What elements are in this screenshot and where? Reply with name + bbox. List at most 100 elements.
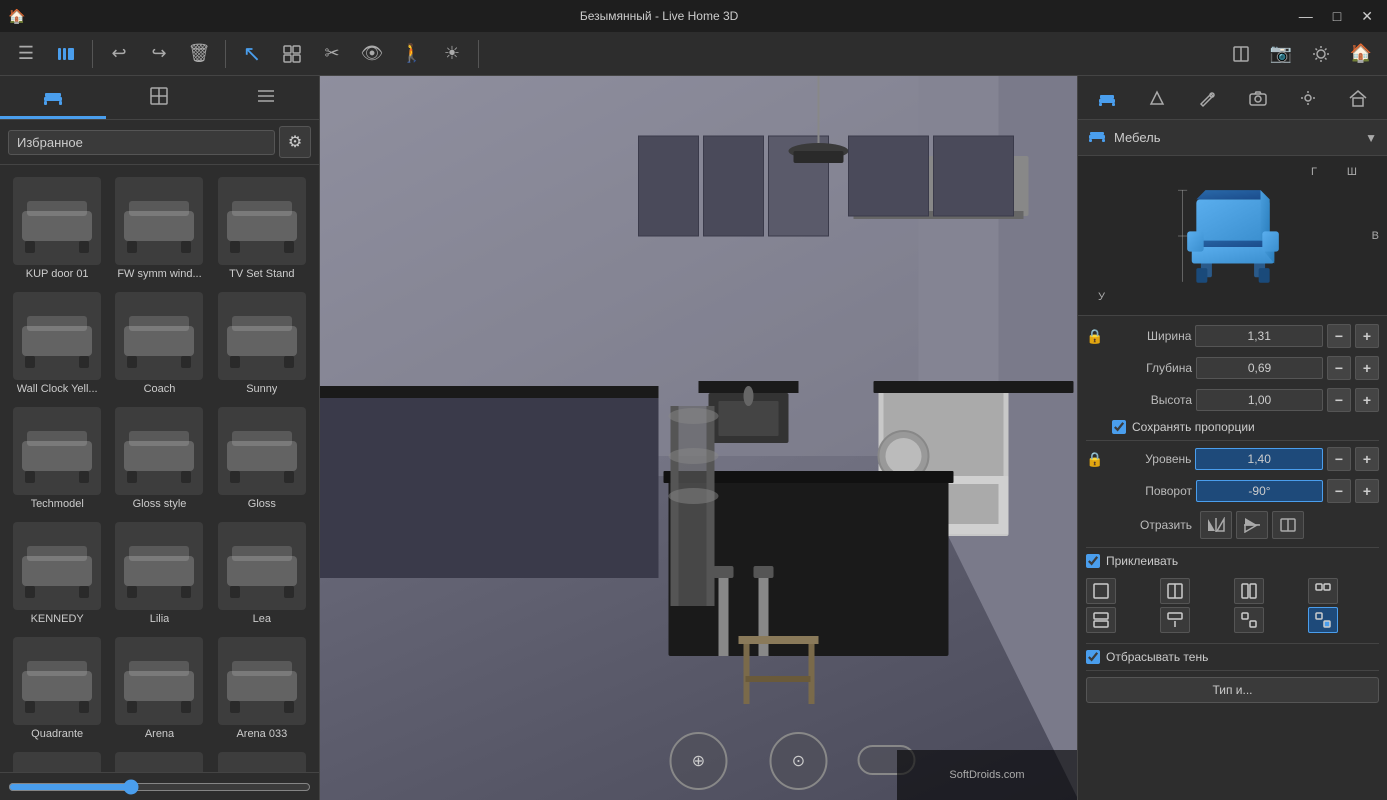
library-settings-button[interactable]: ⚙	[279, 126, 311, 158]
library-item-dinner-chair[interactable]: Dinner chair	[8, 748, 106, 772]
library-item-kennedy[interactable]: KENNEDY	[8, 518, 106, 629]
library-item-arena[interactable]: Arena	[110, 633, 208, 744]
window-title: Безымянный - Live Home 3D	[580, 9, 738, 23]
furniture-section-icon	[1088, 126, 1106, 149]
size-range-input[interactable]	[8, 779, 311, 795]
furniture-section-header[interactable]: Мебель ▼	[1078, 120, 1387, 156]
width-increase-button[interactable]: +	[1355, 324, 1379, 348]
maximize-button[interactable]: □	[1327, 6, 1347, 27]
app-icon: 🏠	[8, 8, 25, 25]
width-value[interactable]: 1,31	[1195, 325, 1323, 347]
shadow-checkbox[interactable]	[1086, 650, 1100, 664]
library-item-sunny[interactable]: Sunny	[213, 288, 311, 399]
lock-icon: 🔒	[1086, 328, 1103, 345]
rotation-value[interactable]: -90°	[1196, 480, 1323, 502]
depth-increase-button[interactable]: +	[1355, 356, 1379, 380]
library-item-wall-clock[interactable]: Wall Clock Yell...	[8, 288, 106, 399]
library-item-quadrante[interactable]: Quadrante	[8, 633, 106, 744]
snap-btn-1[interactable]	[1086, 578, 1116, 604]
delete-button[interactable]: 🗑	[181, 36, 217, 72]
height-value[interactable]: 1,00	[1196, 389, 1323, 411]
svg-text:⊙: ⊙	[792, 753, 805, 770]
right-tab-furniture[interactable]	[1089, 80, 1125, 116]
type-button[interactable]: Тип и...	[1086, 677, 1379, 703]
height-increase-button[interactable]: +	[1355, 388, 1379, 412]
width-property-row: 🔒 Ширина 1,31 − +	[1086, 324, 1379, 348]
library-item-gloss-style[interactable]: Gloss style	[110, 403, 208, 514]
library-item-puni[interactable]: Puni 04	[110, 748, 208, 772]
select-button[interactable]: ↖	[234, 36, 270, 72]
category-dropdown[interactable]: Избранное Все Мебель	[8, 130, 275, 155]
proportions-checkbox[interactable]	[1112, 420, 1126, 434]
right-panel-tabs	[1078, 76, 1387, 120]
thumbnail-wall-clock	[13, 292, 101, 380]
item-label-techmodel: Techmodel	[31, 498, 84, 510]
right-tab-paint[interactable]	[1189, 80, 1225, 116]
roof-toolbar-button[interactable]: 🏠	[1343, 36, 1379, 72]
redo-button[interactable]: ↪	[141, 36, 177, 72]
cut-button[interactable]: ✂	[314, 36, 350, 72]
arrange-button[interactable]	[274, 36, 310, 72]
menu-button[interactable]: ☰	[8, 36, 44, 72]
snap-btn-5[interactable]	[1086, 607, 1116, 633]
right-tab-light[interactable]	[1290, 80, 1326, 116]
snap-btn-2[interactable]	[1160, 578, 1190, 604]
snap-btn-7[interactable]	[1234, 607, 1264, 633]
level-decrease-button[interactable]: −	[1327, 447, 1351, 471]
furniture-section-label: Мебель	[1114, 130, 1357, 145]
right-tab-camera[interactable]	[1240, 80, 1276, 116]
3d-viewport[interactable]: ⊕ ⊙ SoftDroids.com	[320, 76, 1077, 800]
snap-checkbox[interactable]	[1086, 554, 1100, 568]
height-decrease-button[interactable]: −	[1327, 388, 1351, 412]
light-toolbar-button[interactable]	[1303, 36, 1339, 72]
level-value[interactable]: 1,40	[1195, 448, 1323, 470]
library-item-bonsai[interactable]: Bonsai Tree	[213, 748, 311, 772]
minimize-button[interactable]: —	[1293, 6, 1319, 27]
reflect-h-button[interactable]	[1200, 511, 1232, 539]
undo-button[interactable]: ↩	[101, 36, 137, 72]
library-item-arena033[interactable]: Arena 033	[213, 633, 311, 744]
right-tab-roof[interactable]	[1340, 80, 1376, 116]
snap-btn-3[interactable]	[1234, 578, 1264, 604]
tab-build[interactable]	[106, 76, 212, 119]
library-item-lea[interactable]: Lea	[213, 518, 311, 629]
item-label-kup-door: KUP door 01	[26, 268, 89, 280]
library-item-tv-stand[interactable]: TV Set Stand	[213, 173, 311, 284]
level-increase-button[interactable]: +	[1355, 447, 1379, 471]
library-button[interactable]	[48, 36, 84, 72]
toolbar-separator-1	[92, 40, 93, 68]
toolbar-separator-3	[478, 40, 479, 68]
reflect-v-button[interactable]	[1236, 511, 1268, 539]
depth-decrease-button[interactable]: −	[1327, 356, 1351, 380]
library-item-kup-door[interactable]: KUP door 01	[8, 173, 106, 284]
tab-list[interactable]	[213, 76, 319, 119]
reflect-buttons	[1200, 511, 1304, 539]
snap-btn-4[interactable]	[1308, 578, 1338, 604]
library-item-lilia[interactable]: Lilia	[110, 518, 208, 629]
depth-value[interactable]: 0,69	[1196, 357, 1323, 379]
depth-label: Глубина	[1112, 361, 1192, 375]
width-decrease-button[interactable]: −	[1327, 324, 1351, 348]
rotation-increase-button[interactable]: +	[1355, 479, 1379, 503]
library-item-coach[interactable]: Coach	[110, 288, 208, 399]
library-item-fw-window[interactable]: FW symm wind...	[110, 173, 208, 284]
right-tab-build[interactable]	[1139, 80, 1175, 116]
tab-furniture[interactable]	[0, 76, 106, 119]
sun-button[interactable]: ☀	[434, 36, 470, 72]
camera-button[interactable]: 📷	[1263, 36, 1299, 72]
top-view-button[interactable]	[1223, 36, 1259, 72]
shadow-label: Отбрасывать тень	[1106, 650, 1208, 664]
properties-panel: 🔒 Ширина 1,31 − + Глубина 0,69 − + Высот…	[1078, 316, 1387, 800]
reflect-3d-button[interactable]	[1272, 511, 1304, 539]
rotation-decrease-button[interactable]: −	[1327, 479, 1351, 503]
library-item-gloss[interactable]: Gloss	[213, 403, 311, 514]
snap-btn-8[interactable]	[1308, 607, 1338, 633]
item-label-quadrante: Quadrante	[31, 728, 83, 740]
item-label-kennedy: KENNEDY	[31, 613, 84, 625]
snap-btn-6[interactable]	[1160, 607, 1190, 633]
close-button[interactable]: ✕	[1355, 6, 1379, 27]
walk-button[interactable]: 🚶	[394, 36, 430, 72]
item-label-lilia: Lilia	[150, 613, 170, 625]
library-item-techmodel[interactable]: Techmodel	[8, 403, 106, 514]
view-button[interactable]: 👁	[354, 36, 390, 72]
